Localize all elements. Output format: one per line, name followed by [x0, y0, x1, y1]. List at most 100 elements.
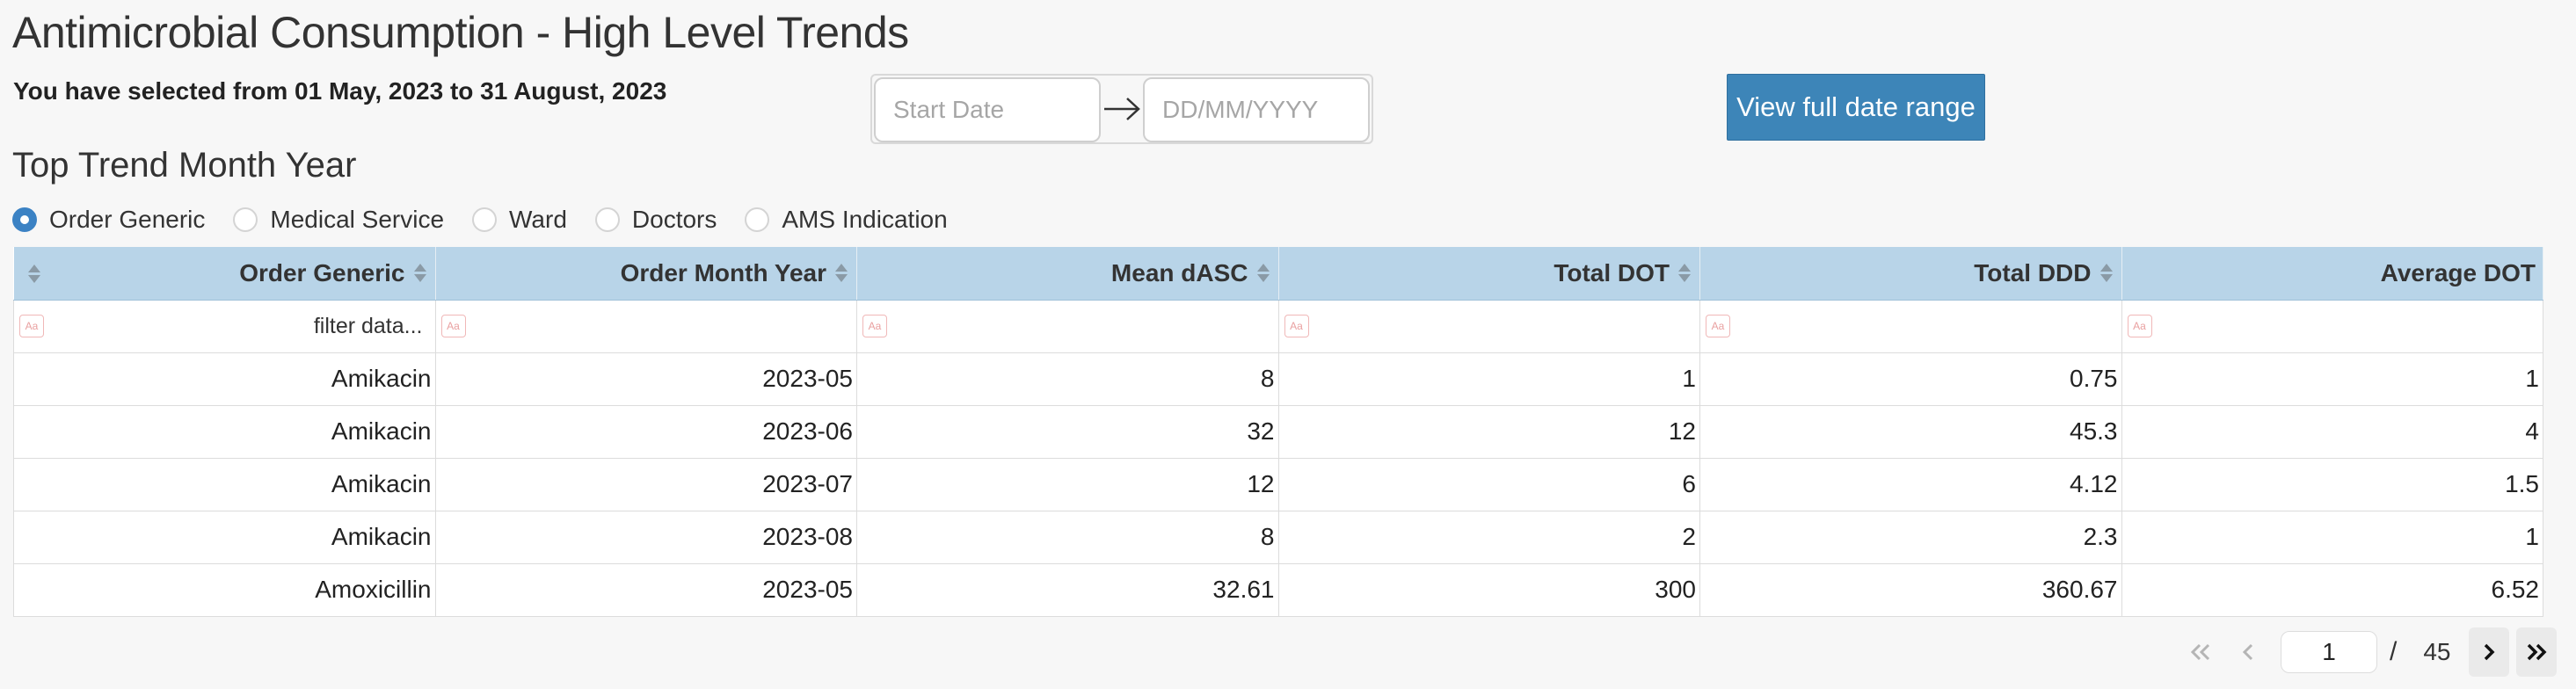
start-date-input[interactable]	[874, 77, 1101, 142]
table-cell: Amikacin	[13, 404, 436, 459]
view-full-date-range-button[interactable]: View full date range	[1727, 74, 1985, 141]
column-header-label: Total DDD	[1974, 258, 2092, 286]
table-cell: Amikacin	[13, 510, 436, 564]
case-sensitive-toggle[interactable]: Aa	[862, 314, 887, 337]
radio-medical-service[interactable]: Medical Service	[233, 206, 444, 234]
column-header-average-dot[interactable]: Average DOT	[2121, 247, 2543, 301]
filter-cell: Aa	[13, 299, 436, 353]
column-header-total-ddd[interactable]: Total DDD	[1699, 247, 2122, 301]
pagination: / 45	[2180, 626, 2564, 678]
filter-cell: Aa	[2121, 299, 2543, 353]
grouping-radio-group: Order Generic Medical Service Ward Docto…	[12, 202, 976, 237]
filter-input-total-ddd[interactable]	[1700, 301, 2121, 352]
filter-input-average-dot[interactable]	[2121, 301, 2543, 352]
table-cell: 6.52	[2121, 562, 2543, 617]
filter-input-mean-dasc[interactable]	[857, 301, 1278, 352]
filter-input-order-generic[interactable]	[14, 301, 435, 352]
case-sensitive-toggle[interactable]: Aa	[440, 314, 466, 337]
filter-cell: Aa	[856, 299, 1279, 353]
double-chevron-right-icon	[2527, 643, 2546, 661]
table-row: Amikacin 2023-08 8 2 2.3 1	[13, 510, 2543, 564]
table-cell: 1.5	[2121, 457, 2543, 511]
table-cell: Amikacin	[13, 352, 436, 406]
column-header-label: Order Month Year	[620, 258, 826, 286]
table-cell: 1	[2121, 352, 2543, 406]
table-cell: 2023-06	[434, 404, 857, 459]
table-cell: 0.75	[1699, 352, 2122, 406]
filter-input-total-dot[interactable]	[1278, 301, 1699, 352]
column-header-label: Mean dASC	[1110, 258, 1248, 286]
radio-doctors[interactable]: Doctors	[594, 206, 717, 234]
first-page-button[interactable]	[2180, 627, 2221, 677]
filter-input-order-month-year[interactable]	[435, 301, 856, 352]
section-title: Top Trend Month Year	[12, 146, 357, 185]
radio-button[interactable]	[233, 207, 258, 232]
table-cell: 2023-05	[434, 352, 857, 406]
table-cell: 12	[856, 457, 1279, 511]
table-row: Amoxicillin 2023-05 32.61 300 360.67 6.5…	[13, 562, 2543, 617]
radio-ward[interactable]: Ward	[472, 206, 567, 234]
previous-page-button[interactable]	[2228, 627, 2268, 677]
column-header-order-month-year[interactable]: Order Month Year	[435, 247, 857, 301]
total-pages: 45	[2423, 638, 2451, 665]
table-cell: 2023-08	[434, 510, 857, 564]
next-page-button[interactable]	[2468, 627, 2509, 677]
table-cell: 8	[856, 510, 1279, 564]
table-header-row: Order Generic Order Month Year Mean dASC…	[13, 247, 2543, 301]
table-cell: 300	[1277, 562, 1700, 617]
radio-label: Medical Service	[270, 206, 445, 233]
radio-button[interactable]	[745, 207, 770, 232]
trend-data-table: Order Generic Order Month Year Mean dASC…	[13, 247, 2543, 617]
selected-range-text: You have selected from 01 May, 2023 to 3…	[13, 77, 667, 105]
column-header-total-dot[interactable]: Total DOT	[1278, 247, 1700, 301]
chevron-left-icon	[2242, 643, 2253, 661]
table-row: Amikacin 2023-05 8 1 0.75 1	[13, 352, 2543, 406]
case-sensitive-toggle[interactable]: Aa	[1706, 314, 1730, 337]
sort-icon[interactable]	[27, 260, 42, 286]
table-cell: 4.12	[1699, 457, 2122, 511]
table-cell: 2023-05	[434, 562, 857, 617]
table-cell: 32	[856, 404, 1279, 459]
table-cell: Amikacin	[13, 457, 436, 511]
radio-button[interactable]	[594, 207, 620, 232]
table-cell: 8	[856, 352, 1279, 406]
filter-row: Aa Aa Aa Aa Aa	[13, 299, 2543, 353]
radio-button[interactable]	[472, 207, 498, 232]
column-header-label: Total DOT	[1554, 258, 1670, 286]
case-sensitive-toggle[interactable]: Aa	[19, 314, 44, 337]
chevron-right-icon	[2484, 643, 2494, 661]
case-sensitive-toggle[interactable]: Aa	[2127, 314, 2152, 337]
sort-icon[interactable]	[1678, 260, 1692, 286]
table-cell: 32.61	[856, 562, 1279, 617]
column-header-order-generic[interactable]: Order Generic	[13, 247, 436, 301]
radio-ams-indication[interactable]: AMS Indication	[745, 206, 948, 234]
last-page-button[interactable]	[2515, 627, 2557, 677]
table-cell: Amoxicillin	[13, 562, 436, 617]
radio-label: Ward	[509, 206, 567, 233]
sort-icon[interactable]	[413, 260, 428, 286]
table-cell: 4	[2121, 404, 2543, 459]
double-chevron-left-icon	[2190, 643, 2210, 661]
page-separator: /	[2390, 637, 2398, 666]
radio-label: Doctors	[631, 206, 717, 233]
table-cell: 45.3	[1699, 404, 2122, 459]
sort-icon[interactable]	[1256, 260, 1271, 286]
filter-cell: Aa	[1277, 299, 1700, 353]
column-header-mean-dasc[interactable]: Mean dASC	[856, 247, 1279, 301]
table-cell: 2023-07	[434, 457, 857, 511]
end-date-input[interactable]	[1143, 77, 1370, 142]
current-page-input[interactable]	[2281, 631, 2377, 673]
table-cell: 1	[2121, 510, 2543, 564]
case-sensitive-toggle[interactable]: Aa	[1284, 314, 1309, 337]
arrow-right-icon	[1104, 98, 1140, 120]
radio-order-generic[interactable]: Order Generic	[12, 206, 205, 234]
sort-icon[interactable]	[2099, 260, 2114, 286]
table-cell: 12	[1277, 404, 1700, 459]
sort-icon[interactable]	[835, 260, 849, 286]
column-header-label: Average DOT	[2380, 258, 2536, 286]
app-page: Antimicrobial Consumption - High Level T…	[0, 0, 2576, 689]
filter-cell: Aa	[1699, 299, 2122, 353]
radio-button[interactable]	[12, 207, 37, 232]
table-cell: 6	[1277, 457, 1700, 511]
table-cell: 1	[1277, 352, 1700, 406]
